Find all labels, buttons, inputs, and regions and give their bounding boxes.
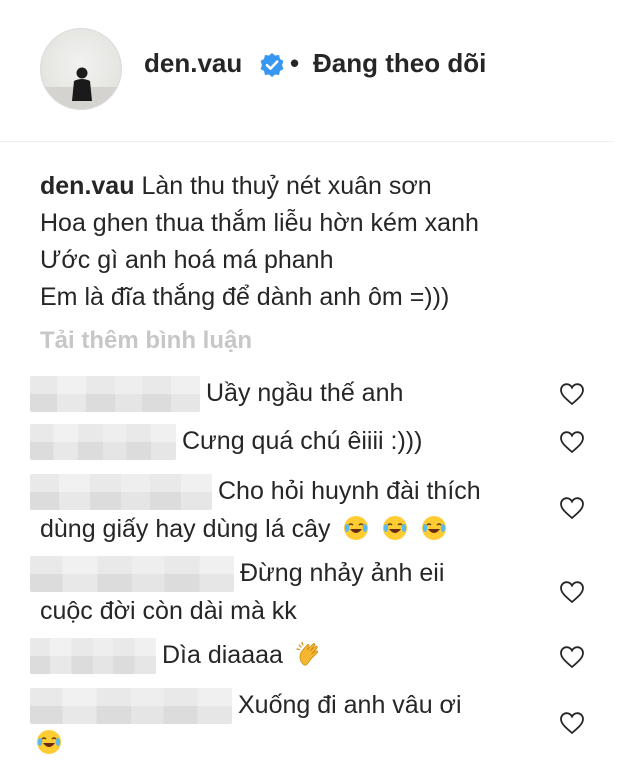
- avatar[interactable]: [40, 28, 122, 110]
- comment-text: Dìa diaaaa: [162, 641, 283, 669]
- comment-text: Cưng quá chú êiiii :))): [182, 427, 423, 455]
- comment-text: Cho hỏi huynh đài thích: [218, 477, 481, 505]
- verified-badge-icon: [260, 53, 284, 77]
- header-divider: [0, 141, 614, 142]
- blurred-username[interactable]: [30, 556, 234, 593]
- caption-username[interactable]: den.vau: [40, 172, 134, 200]
- caption-line-4: Em là đĩa thắng để dành anh ôm =))): [40, 283, 450, 311]
- comment-text: Uầy ngầu thế anh: [206, 379, 404, 407]
- blurred-username[interactable]: [30, 638, 156, 675]
- post-caption: den.vau Làn thu thuỷ nét xuân sơn Hoa gh…: [40, 168, 600, 316]
- caption-line-1: den.vau Làn thu thuỷ nét xuân sơn: [40, 168, 600, 205]
- clap-emoji: [296, 641, 318, 666]
- comment-item: Cưng quá chú êiiii :))): [30, 424, 550, 461]
- header-username[interactable]: den.vau: [144, 48, 242, 79]
- caption-line-2: Hoa ghen thua thắm liễu hờn kém xanh: [40, 209, 479, 237]
- avatar-silhouette-icon: [41, 67, 121, 109]
- post-header: den.vau • Đang theo dõi: [0, 0, 624, 142]
- heart-icon[interactable]: [559, 430, 585, 454]
- following-button[interactable]: Đang theo dõi: [313, 48, 486, 79]
- heart-icon[interactable]: [559, 496, 585, 520]
- load-more-comments-link[interactable]: Tải thêm bình luận: [40, 327, 252, 355]
- heart-icon[interactable]: [559, 580, 585, 604]
- comment-text: Đừng nhảy ảnh eii: [240, 559, 445, 587]
- blurred-username[interactable]: [30, 474, 212, 511]
- heart-icon[interactable]: [559, 711, 585, 735]
- comment-text-line-2: dùng giấy hay dùng lá cây: [40, 515, 331, 544]
- heart-icon[interactable]: [559, 382, 585, 406]
- heart-icon[interactable]: [559, 645, 585, 669]
- joy-emoji: [37, 730, 61, 755]
- blurred-username[interactable]: [30, 424, 176, 461]
- comment-item: Uầy ngầu thế anh: [30, 376, 550, 413]
- blurred-username[interactable]: [30, 688, 232, 725]
- joy-emoji: [344, 516, 369, 541]
- caption-text: Làn thu thuỷ nét xuân sơn: [141, 172, 432, 200]
- separator-dot: •: [290, 48, 300, 78]
- comment-item: Dìa diaaaa: [30, 638, 550, 675]
- comment-item: Xuống đi anh vâu ơi: [30, 688, 550, 761]
- comment-item: Đừng nhảy ảnh eii cuộc đời còn dài mà kk: [30, 556, 550, 629]
- comment-item: Cho hỏi huynh đài thích dùng giấy hay dù…: [30, 474, 550, 547]
- blurred-username[interactable]: [30, 376, 200, 413]
- joy-emoji: [383, 516, 408, 541]
- caption-line-3: Ước gì anh hoá má phanh: [40, 246, 334, 274]
- joy-emoji: [422, 516, 447, 541]
- comment-text: Xuống đi anh vâu ơi: [238, 691, 462, 719]
- comment-text-line-2: cuộc đời còn dài mà kk: [40, 597, 297, 626]
